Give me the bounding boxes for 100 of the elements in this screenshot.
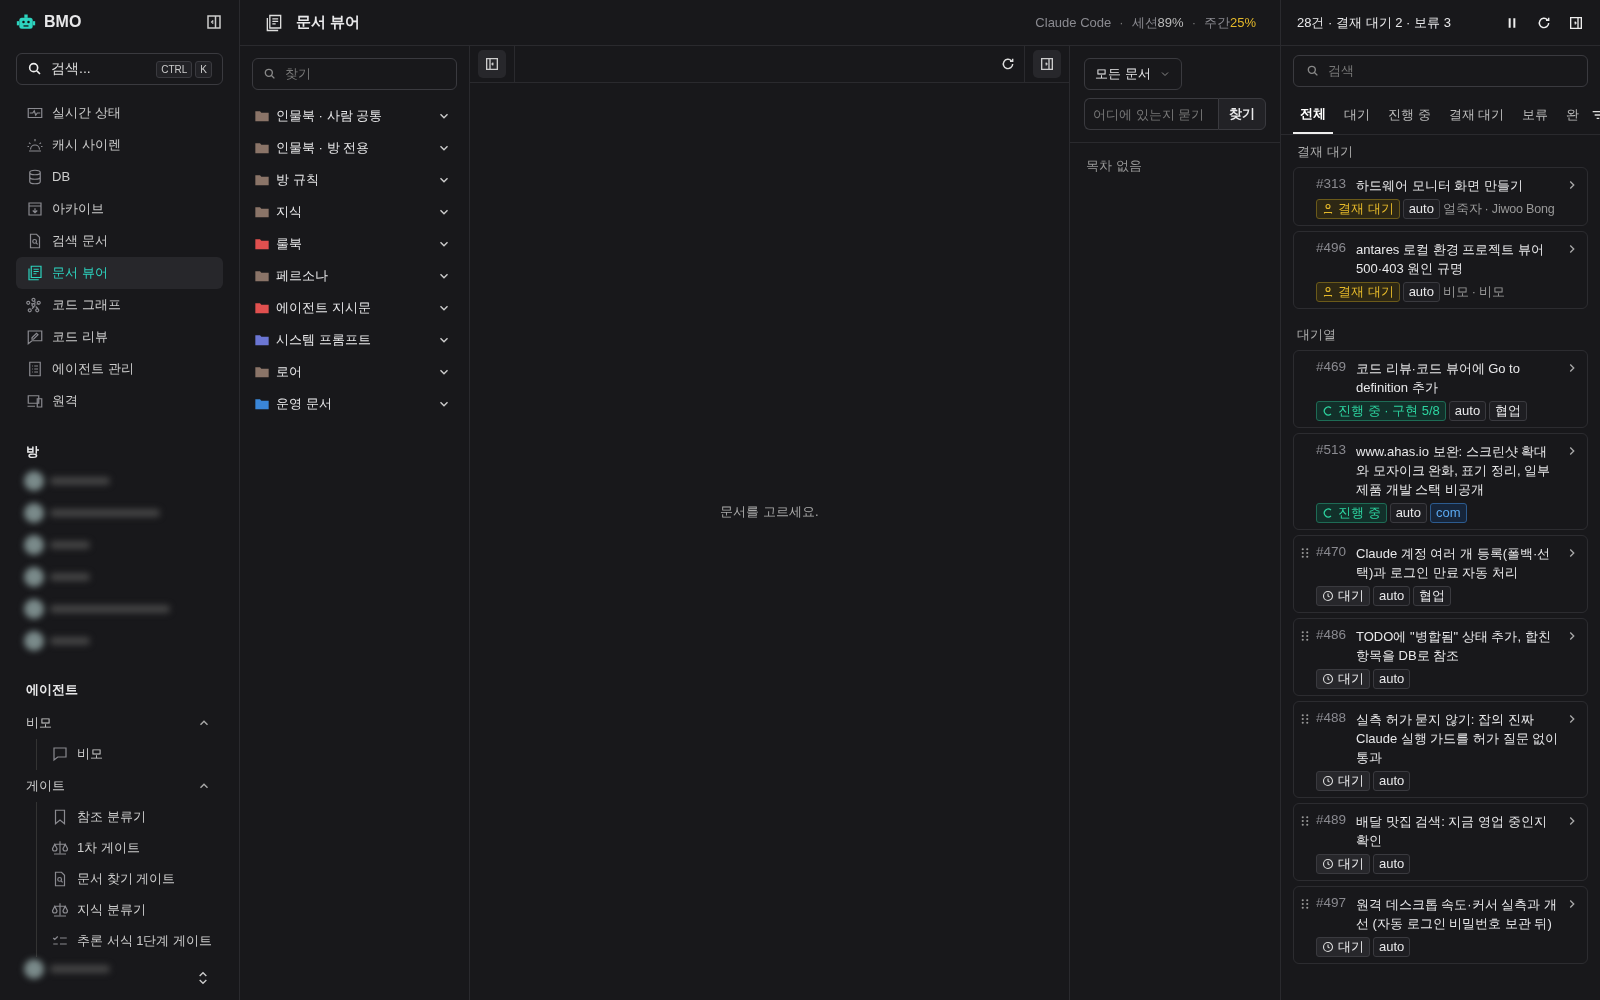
- task-card[interactable]: #513 www.ahas.io 보완: 스크린샷 확대와 모자이크 완화, 표기 정리, 일부 제품 개발 스택 비공개 진행 중 auto com: [1293, 433, 1588, 530]
- filter-tab[interactable]: 완: [1559, 96, 1587, 134]
- clock-icon: [1322, 941, 1334, 953]
- nav-item[interactable]: 코드 그래프: [16, 288, 223, 321]
- filter-tab[interactable]: 결재 대기: [1441, 96, 1512, 134]
- nav-item[interactable]: 문서 뷰어: [16, 256, 223, 289]
- drag-handle-icon[interactable]: [1299, 898, 1311, 910]
- plain-tag: auto: [1373, 586, 1411, 606]
- task-number: #470: [1316, 544, 1348, 559]
- drag-handle-icon[interactable]: [1299, 713, 1311, 725]
- folder-item[interactable]: 운영 문서: [252, 388, 457, 420]
- task-number: #313: [1316, 176, 1348, 191]
- task-number: #469: [1316, 359, 1348, 374]
- search-field[interactable]: 검색: [1293, 55, 1588, 87]
- task-title: 원격 데스크톱 속도·커서 실측과 개선 (자동 로그인 비밀번호 보관 뒤): [1356, 896, 1558, 933]
- sidebar-toggle-icon[interactable]: [205, 12, 223, 31]
- task-card[interactable]: #469 코드 리뷰·코드 뷰어에 Go to definition 추가 진행 중 · 구현 5/8 auto 협업: [1293, 350, 1588, 428]
- filter-tab[interactable]: 전체: [1293, 96, 1333, 134]
- agent-group[interactable]: 비모: [16, 706, 223, 739]
- folder-item[interactable]: 로어: [252, 356, 457, 388]
- find-button[interactable]: 찾기: [1218, 98, 1266, 130]
- plain-tag: auto: [1373, 771, 1411, 791]
- task-number: #496: [1316, 240, 1348, 255]
- agent-item[interactable]: 1차 게이트: [51, 832, 223, 864]
- folder-item[interactable]: 시스템 프롬프트: [252, 324, 457, 356]
- left-panel-button[interactable]: [478, 50, 506, 78]
- task-number: #486: [1316, 627, 1348, 642]
- nav-item[interactable]: 에이전트 관리: [16, 352, 223, 385]
- empty-message: 목차 없음: [1085, 157, 1143, 175]
- agent-item[interactable]: 추론 서식 1단계 게이트: [51, 925, 223, 957]
- waiting-tag: 대기: [1316, 854, 1370, 874]
- plain-tag: auto: [1402, 199, 1440, 219]
- task-card[interactable]: #488 실측 허가 묻지 않기: 잡의 진짜 Claude 실행 가드를 허가 질문 없이 통과 대기 auto: [1293, 701, 1588, 798]
- empty-message: 문서를 고르세요.: [720, 502, 819, 521]
- task-number: #513: [1316, 442, 1348, 457]
- nav-item[interactable]: 코드 리뷰: [16, 320, 223, 353]
- nav-item[interactable]: 캐시 사이렌: [16, 128, 223, 161]
- ask-field[interactable]: 어디에 있는지 묻기: [1084, 98, 1218, 130]
- docs-icon: [264, 12, 284, 33]
- agent-item[interactable]: 참조 분류기: [51, 801, 223, 833]
- plain-tag: auto: [1373, 854, 1411, 874]
- waiting-tag: 대기: [1316, 669, 1370, 689]
- section-title: 방: [26, 442, 40, 461]
- clock-icon: [1322, 590, 1334, 602]
- filter-tab[interactable]: 보류: [1515, 96, 1556, 134]
- drag-handle-icon[interactable]: [1299, 547, 1311, 559]
- drag-handle-icon[interactable]: [1299, 815, 1311, 827]
- folder-item[interactable]: 인물북 · 방 전용: [252, 132, 457, 164]
- nav-item[interactable]: 아카이브: [16, 192, 223, 225]
- folder-item[interactable]: 룰북: [252, 228, 457, 260]
- agent-item[interactable]: 비모: [51, 738, 223, 770]
- separator-dot: ·: [1191, 15, 1196, 30]
- drag-handle-icon[interactable]: [1299, 630, 1311, 642]
- nav-item[interactable]: 실시간 상태: [16, 96, 223, 129]
- progress-tag: 진행 중 · 구현 5/8: [1316, 401, 1446, 421]
- task-number: #489: [1316, 812, 1348, 827]
- nav-item[interactable]: DB: [16, 160, 223, 193]
- task-card[interactable]: #486 TODO에 "병합됨" 상태 추가, 합친 항목을 DB로 참조 대기 auto: [1293, 618, 1588, 696]
- clock-icon: [1322, 858, 1334, 870]
- plain-tag: auto: [1448, 401, 1487, 421]
- link-tag: com: [1429, 503, 1467, 523]
- section-title: 대기열: [1297, 326, 1337, 344]
- person-icon: [1322, 203, 1334, 215]
- plain-tag: 협업: [1413, 586, 1452, 606]
- task-card[interactable]: #313 하드웨어 모니터 화면 만들기 결재 대기 auto 얼죽자 · Jiwoo Bong: [1293, 167, 1588, 226]
- folder-item[interactable]: 방 규칙: [252, 164, 457, 196]
- person-icon: [1322, 286, 1334, 298]
- folder-item[interactable]: 에이전트 지시문: [252, 292, 457, 324]
- find-field[interactable]: 찾기: [252, 58, 457, 90]
- plain-tag: auto: [1389, 503, 1427, 523]
- nav-item[interactable]: 검색 문서: [16, 224, 223, 257]
- panel-icon[interactable]: [1568, 14, 1584, 31]
- agent-item[interactable]: 문서 찾기 게이트: [51, 863, 223, 895]
- waiting-tag: 대기: [1316, 937, 1370, 957]
- folder-item[interactable]: 지식: [252, 196, 457, 228]
- review-icon: [26, 327, 44, 346]
- task-card[interactable]: #470 Claude 계정 여러 개 등록(폴백·선택)과 로그인 만료 자동 처리 대기 auto 협업: [1293, 535, 1588, 613]
- task-number: #488: [1316, 710, 1348, 725]
- folder-item[interactable]: 페르소나: [252, 260, 457, 292]
- right-panel-button[interactable]: [1033, 50, 1061, 78]
- clock-icon: [1322, 775, 1334, 787]
- agent-item[interactable]: 지식 분류기: [51, 894, 223, 926]
- plain-tag: auto: [1373, 669, 1411, 689]
- database-icon: [26, 167, 44, 186]
- shortcut-key: K: [195, 60, 212, 78]
- nav-item[interactable]: 원격: [16, 384, 223, 417]
- usage-meter: 주간25%: [1203, 13, 1256, 32]
- task-card[interactable]: #496 antares 로컬 환경 프로젝트 뷰어 500·403 원인 규명 결재 대기 auto 비모 · 비모: [1293, 231, 1588, 309]
- folder-item[interactable]: 인물북 · 사람 공통: [252, 100, 457, 132]
- refresh-icon[interactable]: [1000, 56, 1016, 72]
- agent-group[interactable]: 게이트: [16, 769, 223, 802]
- task-card[interactable]: #497 원격 데스크톱 속도·커서 실측과 개선 (자동 로그인 비밀번호 보관 뒤) 대기 auto: [1293, 886, 1588, 964]
- scope-dropdown[interactable]: 모든 문서: [1084, 58, 1182, 90]
- waiting-tag: 대기: [1316, 586, 1370, 606]
- search-field[interactable]: 검색... CTRL K: [16, 53, 223, 85]
- search-icon: [263, 67, 277, 81]
- filter-tab[interactable]: 대기: [1337, 96, 1377, 134]
- filter-tab[interactable]: 진행 중: [1381, 96, 1438, 134]
- spinner-icon: [1322, 507, 1334, 519]
- task-card[interactable]: #489 배달 맛집 검색: 지금 영업 중인지 확인 대기 auto: [1293, 803, 1588, 881]
